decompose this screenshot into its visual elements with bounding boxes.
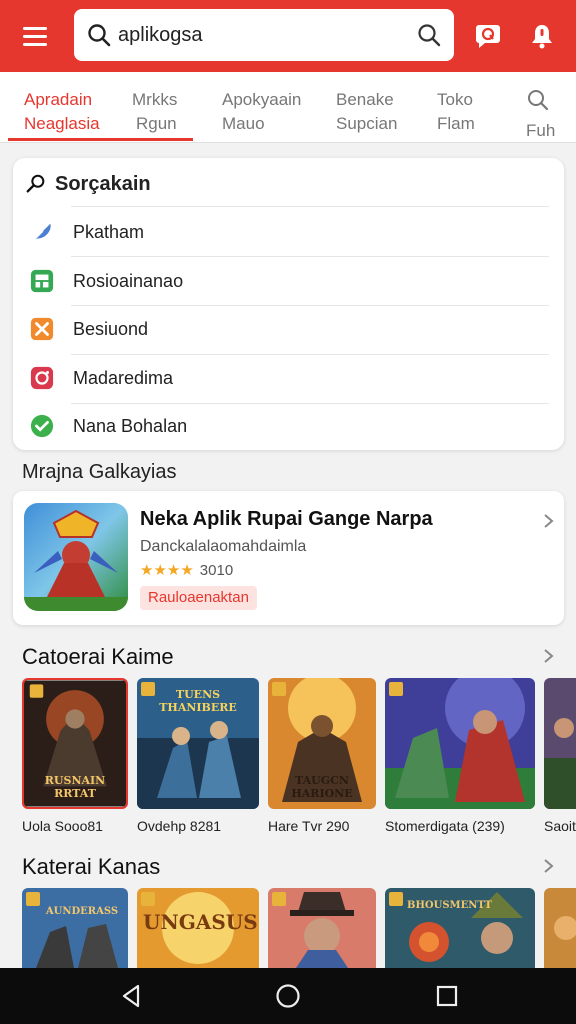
game-thumb-title: RUSNAIN RRTAT	[44, 774, 106, 800]
app-header	[0, 0, 576, 72]
tab-1[interactable]: Apradain Neaglasia	[24, 88, 100, 136]
game-label: Uola Sooo81	[22, 818, 103, 834]
notification-button[interactable]	[524, 18, 560, 54]
menu-button[interactable]	[16, 20, 54, 52]
tools-icon	[29, 316, 55, 342]
tab-label-line2: Flam	[437, 114, 475, 133]
camera-icon	[29, 365, 55, 391]
tab-3[interactable]: Apokyaain Mauo	[222, 88, 301, 136]
game-label: Saoit	[544, 818, 576, 834]
game-label: Ovdehp 8281	[137, 818, 222, 834]
chat-icon	[476, 25, 500, 48]
tab-label-line2: Fuh	[526, 121, 556, 140]
chevron-right-icon[interactable]	[541, 646, 557, 666]
game-thumb-title: AUNDERASS	[45, 906, 119, 917]
section-title: Catoerai Kaime	[22, 644, 174, 669]
game-thumbnail	[544, 888, 576, 968]
menu-icon-bar	[23, 26, 47, 30]
tab-5[interactable]: Toko Flam	[437, 88, 475, 136]
suggestion-label: Besiuond	[73, 318, 149, 339]
chat-button[interactable]	[470, 18, 506, 54]
rating-stars-icon: ★★★★	[140, 562, 194, 579]
category-tabs: Apradain Neaglasia Mrkks Rgun Apokyaain …	[0, 72, 576, 143]
search-icon	[88, 24, 111, 47]
chevron-right-icon[interactable]	[541, 856, 557, 876]
active-tab-indicator	[8, 138, 193, 141]
tab-label-line2: Supcian	[336, 114, 398, 133]
suggestion-label: Rosioainanao	[73, 270, 184, 291]
rating-count: 3010	[199, 561, 234, 579]
game-tile[interactable]	[268, 888, 376, 968]
featured-app-name: Neka Aplik Rupai Gange Narpa	[140, 508, 433, 530]
tab-label-line1: Apradain	[24, 90, 93, 109]
tab-label-line1: Mrkks	[132, 90, 178, 109]
tab-4[interactable]: Benake Supcian	[336, 88, 397, 136]
game-tile[interactable]: Stomerdigata (239)	[385, 678, 535, 838]
notification-icon	[532, 25, 552, 49]
system-navigation-bar	[0, 968, 576, 1024]
suggestion-item[interactable]: Nana Bohalan	[13, 402, 564, 450]
game-thumb-title: BHOUSMENTT	[407, 900, 492, 911]
suggestion-item[interactable]: Madaredima	[13, 354, 564, 402]
search-box	[74, 9, 454, 61]
game-tile[interactable]: RUSNAIN RRTAT Uola Sooo81	[22, 678, 128, 838]
tab-2[interactable]: Mrkks Rgun	[132, 88, 177, 136]
game-thumbnail	[544, 678, 576, 809]
menu-icon-bar	[23, 42, 47, 46]
tab-label-line1: Apokyaain	[222, 90, 302, 109]
search-submit-icon[interactable]	[416, 22, 442, 48]
search-input[interactable]	[118, 23, 416, 47]
home-icon[interactable]	[274, 982, 302, 1010]
suggestions-title: Sorçakain	[55, 172, 151, 195]
store-icon	[29, 268, 55, 294]
featured-app-rating: ★★★★ 3010	[140, 561, 234, 580]
search-icon	[26, 174, 45, 193]
recents-icon[interactable]	[433, 982, 461, 1010]
game-tile[interactable]: TAUGCN HARIONE Hare Tvr 290	[268, 678, 376, 838]
menu-icon-bar	[23, 34, 47, 38]
tab-label-line2: Rgun	[136, 114, 177, 133]
game-label: Stomerdigata (239)	[385, 818, 505, 834]
tab-label-line1: Benake	[336, 90, 394, 109]
back-icon[interactable]	[118, 982, 146, 1010]
suggestion-label: Pkatham	[73, 221, 145, 242]
chevron-right-icon	[544, 514, 554, 528]
suggestion-item[interactable]: Besiuond	[13, 305, 564, 353]
game-tile[interactable]: AUNDERASS	[22, 888, 128, 968]
featured-app-subtitle: Danckalalaomahdaimla	[140, 538, 307, 555]
game-thumbnail	[268, 888, 376, 968]
game-label: Hare Tvr 290	[268, 818, 350, 834]
suggestion-label: Nana Bohalan	[73, 415, 188, 436]
tab-label-line2: Neaglasia	[24, 114, 100, 133]
game-thumb-title: TUENS THANIBERE	[159, 688, 237, 714]
suggestion-label: Madaredima	[73, 367, 174, 388]
game-tile[interactable]	[544, 888, 576, 968]
check-icon	[29, 413, 55, 439]
featured-section-label: Mrajna Galkayias	[22, 461, 177, 483]
featured-app-thumbnail	[24, 503, 128, 611]
tab-label-line1: Toko	[437, 90, 473, 109]
game-thumb-title: TAUGCN HARIONE	[291, 774, 353, 800]
suggestions-header: Sorçakain	[25, 170, 151, 198]
feather-icon	[29, 219, 55, 245]
game-tile[interactable]: UNGASUS	[137, 888, 259, 968]
section-title: Katerai Kanas	[22, 854, 161, 879]
divider	[71, 206, 549, 207]
game-thumbnail	[22, 888, 128, 968]
game-thumb-title: UNGASUS	[143, 910, 258, 934]
suggestion-item[interactable]: Rosioainanao	[13, 257, 564, 305]
search-icon	[528, 90, 549, 111]
game-tile[interactable]: BHOUSMENTT	[385, 888, 535, 968]
tab-label-line2: Mauo	[222, 114, 265, 133]
game-thumbnail	[385, 678, 535, 809]
tab-6[interactable]: Fuh	[526, 88, 555, 143]
featured-app-card[interactable]: Neka Aplik Rupai Gange Narpa Danckalalao…	[13, 491, 564, 625]
game-tile[interactable]: TUENS THANIBERE Ovdehp 8281	[137, 678, 259, 838]
game-tile[interactable]: Saoit	[544, 678, 576, 838]
suggestions-card: Sorçakain Pkatham Rosioainanao Besiuond …	[13, 158, 564, 450]
featured-app-badge: Rauloaenaktan	[140, 586, 257, 610]
suggestion-item[interactable]: Pkatham	[13, 208, 564, 256]
